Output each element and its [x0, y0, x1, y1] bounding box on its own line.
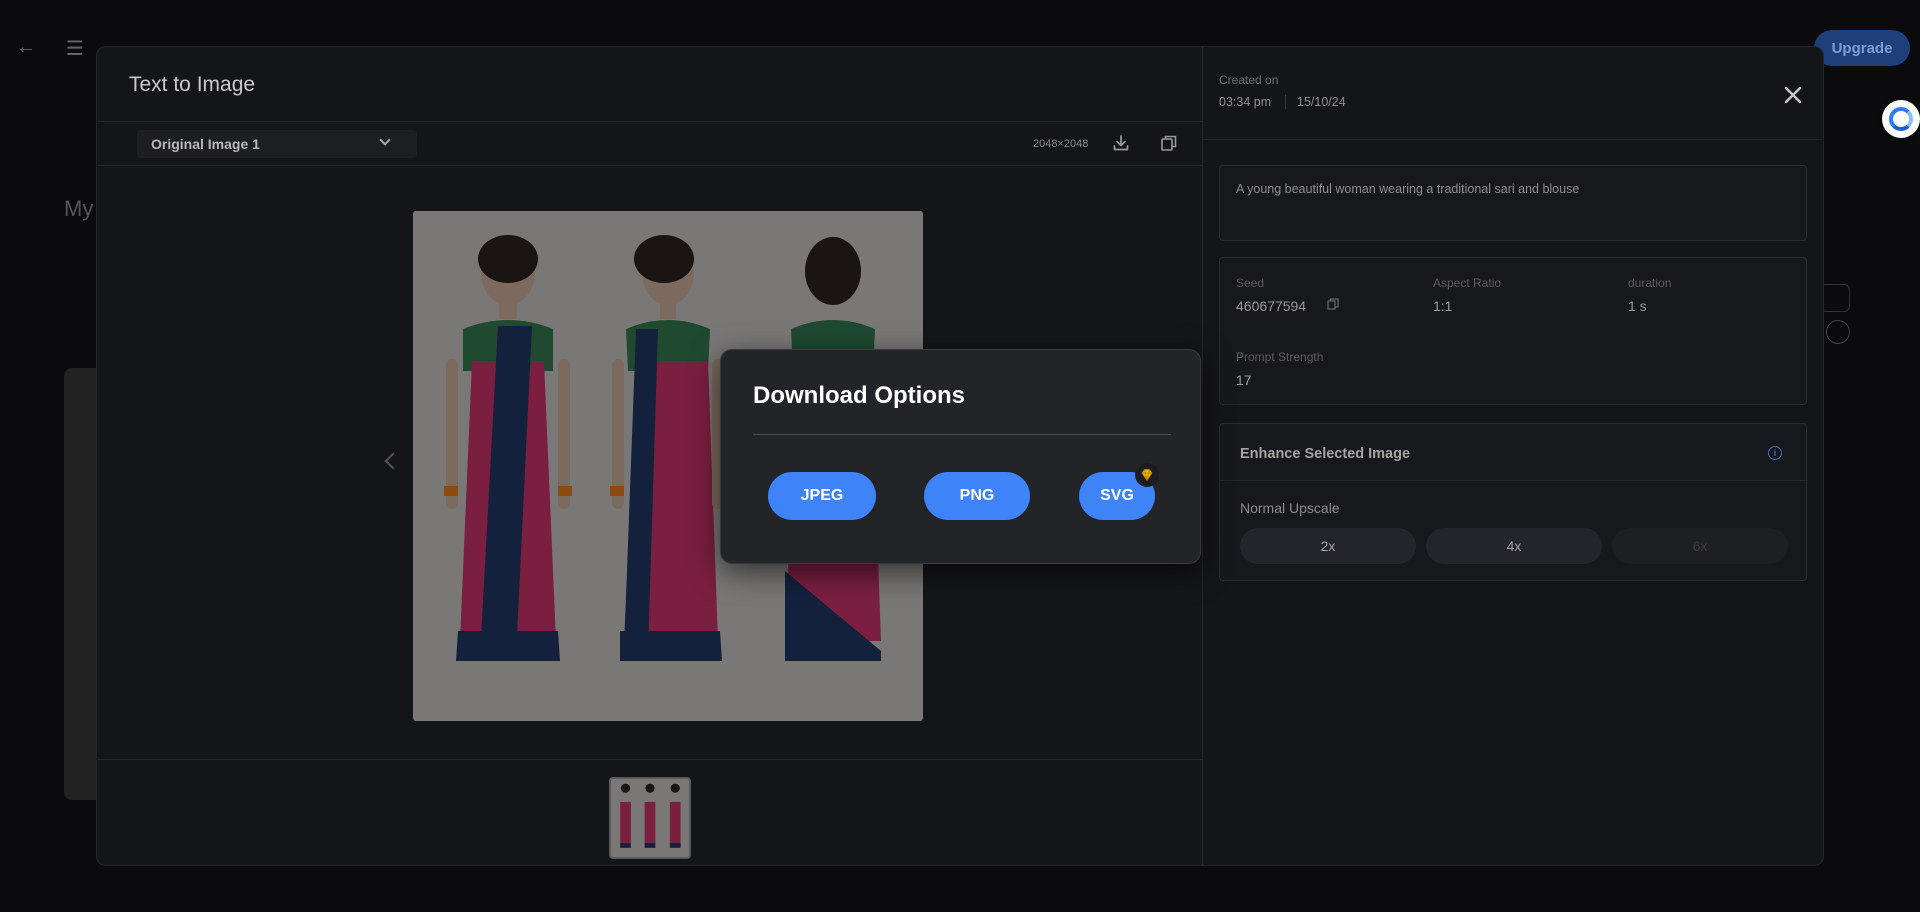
prompt-text: A young beautiful woman wearing a tradit… [1219, 165, 1807, 241]
image-selector-dropdown[interactable]: Original Image 1 [137, 130, 417, 158]
background-info-icon [1826, 320, 1850, 344]
assistant-button[interactable] [1882, 100, 1920, 138]
divider [1285, 95, 1286, 109]
background-page-title: My [64, 196, 94, 221]
image-thumbnail[interactable] [609, 777, 691, 859]
info-icon[interactable]: i [1768, 446, 1782, 460]
copy-seed-icon[interactable] [1327, 298, 1339, 310]
upscale-6x-button: 6x [1612, 528, 1788, 564]
close-icon[interactable] [1779, 81, 1807, 109]
prompt-strength-value: 17 [1236, 372, 1252, 388]
upgrade-button[interactable]: Upgrade [1814, 30, 1910, 66]
jpeg-button[interactable]: JPEG [768, 472, 876, 520]
aspect-ratio-label: Aspect Ratio [1433, 276, 1502, 290]
created-time: 03:34 pm [1219, 95, 1272, 109]
enhance-title: Enhance Selected Image [1240, 446, 1411, 462]
upscale-4x-button[interactable]: 4x [1426, 528, 1602, 564]
image-dimensions: 2048×2048 [1033, 138, 1089, 150]
upscale-label: Normal Upscale [1240, 500, 1340, 516]
divider [753, 434, 1171, 435]
seed-value: 460677594 [1236, 298, 1307, 314]
image-selector-value: Original Image 1 [151, 136, 260, 152]
previous-image-arrow-icon[interactable] [384, 452, 402, 470]
dialog-title: Download Options [753, 382, 965, 409]
divider [97, 759, 1203, 760]
divider [1203, 139, 1823, 140]
background-side-button [1820, 284, 1850, 312]
menu-icon[interactable]: ☰ [66, 36, 84, 61]
modal-title: Text to Image [129, 73, 256, 96]
chevron-down-icon [379, 134, 391, 146]
premium-diamond-icon [1135, 463, 1159, 487]
enhance-panel: Enhance Selected Image i Normal Upscale … [1219, 423, 1808, 581]
back-arrow-icon[interactable]: ← [16, 36, 36, 59]
upscale-2x-button[interactable]: 2x [1240, 528, 1416, 564]
download-icon[interactable] [1111, 133, 1131, 153]
duration-label: duration [1628, 276, 1672, 290]
aspect-ratio-value: 1:1 [1433, 298, 1453, 314]
created-on-label: Created on [1219, 73, 1279, 87]
png-button[interactable]: PNG [924, 472, 1030, 520]
duration-value: 1 s [1628, 298, 1647, 314]
thumbnail-illustration [611, 779, 689, 857]
divider [1220, 480, 1808, 481]
prompt-strength-label: Prompt Strength [1236, 350, 1324, 364]
copy-icon[interactable] [1159, 133, 1179, 153]
assistant-swirl-icon [1889, 107, 1913, 131]
divider [97, 165, 1203, 166]
download-options-dialog: Download Options JPEG PNG SVG [720, 349, 1201, 564]
generation-parameters: Seed 460677594 Aspect Ratio 1:1 duration… [1219, 257, 1807, 405]
created-date: 15/10/24 [1297, 95, 1346, 109]
divider [97, 121, 1203, 122]
seed-label: Seed [1236, 276, 1265, 290]
